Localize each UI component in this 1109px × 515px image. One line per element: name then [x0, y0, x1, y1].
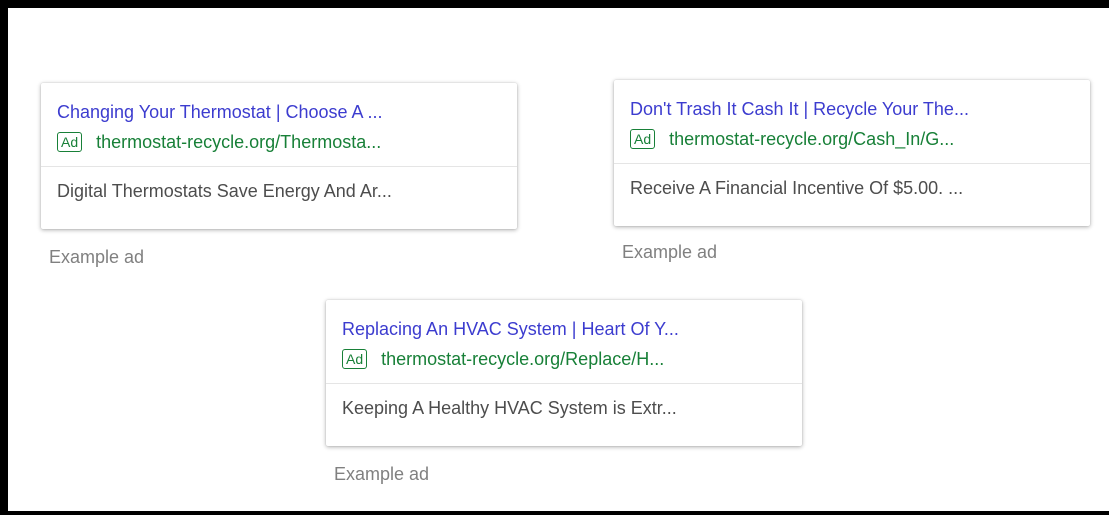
ad-badge: Ad — [57, 132, 83, 152]
ad-header: Replacing An HVAC System | Heart Of Y...… — [326, 300, 802, 384]
example-ad-label: Example ad — [334, 464, 430, 484]
ad-card[interactable]: Changing Your Thermostat | Choose A ... … — [41, 83, 517, 229]
example-ad-label: Example ad — [49, 247, 145, 267]
ad-card[interactable]: Replacing An HVAC System | Heart Of Y...… — [326, 300, 802, 446]
ad-display-url[interactable]: thermostat-recycle.org/Thermosta... — [96, 130, 381, 154]
ad-badge: Ad — [630, 129, 656, 149]
example-ad-label: Example ad — [622, 242, 718, 262]
ad-header: Changing Your Thermostat | Choose A ... … — [41, 83, 517, 167]
ad-headline-link[interactable]: Replacing An HVAC System | Heart Of Y... — [342, 316, 786, 342]
ad-header: Don't Trash It Cash It | Recycle Your Th… — [614, 80, 1090, 164]
ad-headline-link[interactable]: Changing Your Thermostat | Choose A ... — [57, 99, 501, 125]
ad-url-row: Ad thermostat-recycle.org/Cash_In/G... — [630, 127, 1074, 151]
ad-preview-frame: Changing Your Thermostat | Choose A ... … — [0, 0, 1109, 515]
ad-description: Digital Thermostats Save Energy And Ar..… — [57, 181, 392, 201]
ad-card[interactable]: Don't Trash It Cash It | Recycle Your Th… — [614, 80, 1090, 226]
ad-badge: Ad — [342, 349, 368, 369]
ad-display-url[interactable]: thermostat-recycle.org/Replace/H... — [381, 347, 664, 371]
ad-description: Receive A Financial Incentive Of $5.00. … — [630, 178, 964, 198]
ad-headline-link[interactable]: Don't Trash It Cash It | Recycle Your Th… — [630, 96, 1074, 122]
ad-description: Keeping A Healthy HVAC System is Extr... — [342, 398, 677, 418]
ad-display-url[interactable]: thermostat-recycle.org/Cash_In/G... — [669, 127, 954, 151]
ad-url-row: Ad thermostat-recycle.org/Replace/H... — [342, 347, 786, 371]
ad-url-row: Ad thermostat-recycle.org/Thermosta... — [57, 130, 501, 154]
